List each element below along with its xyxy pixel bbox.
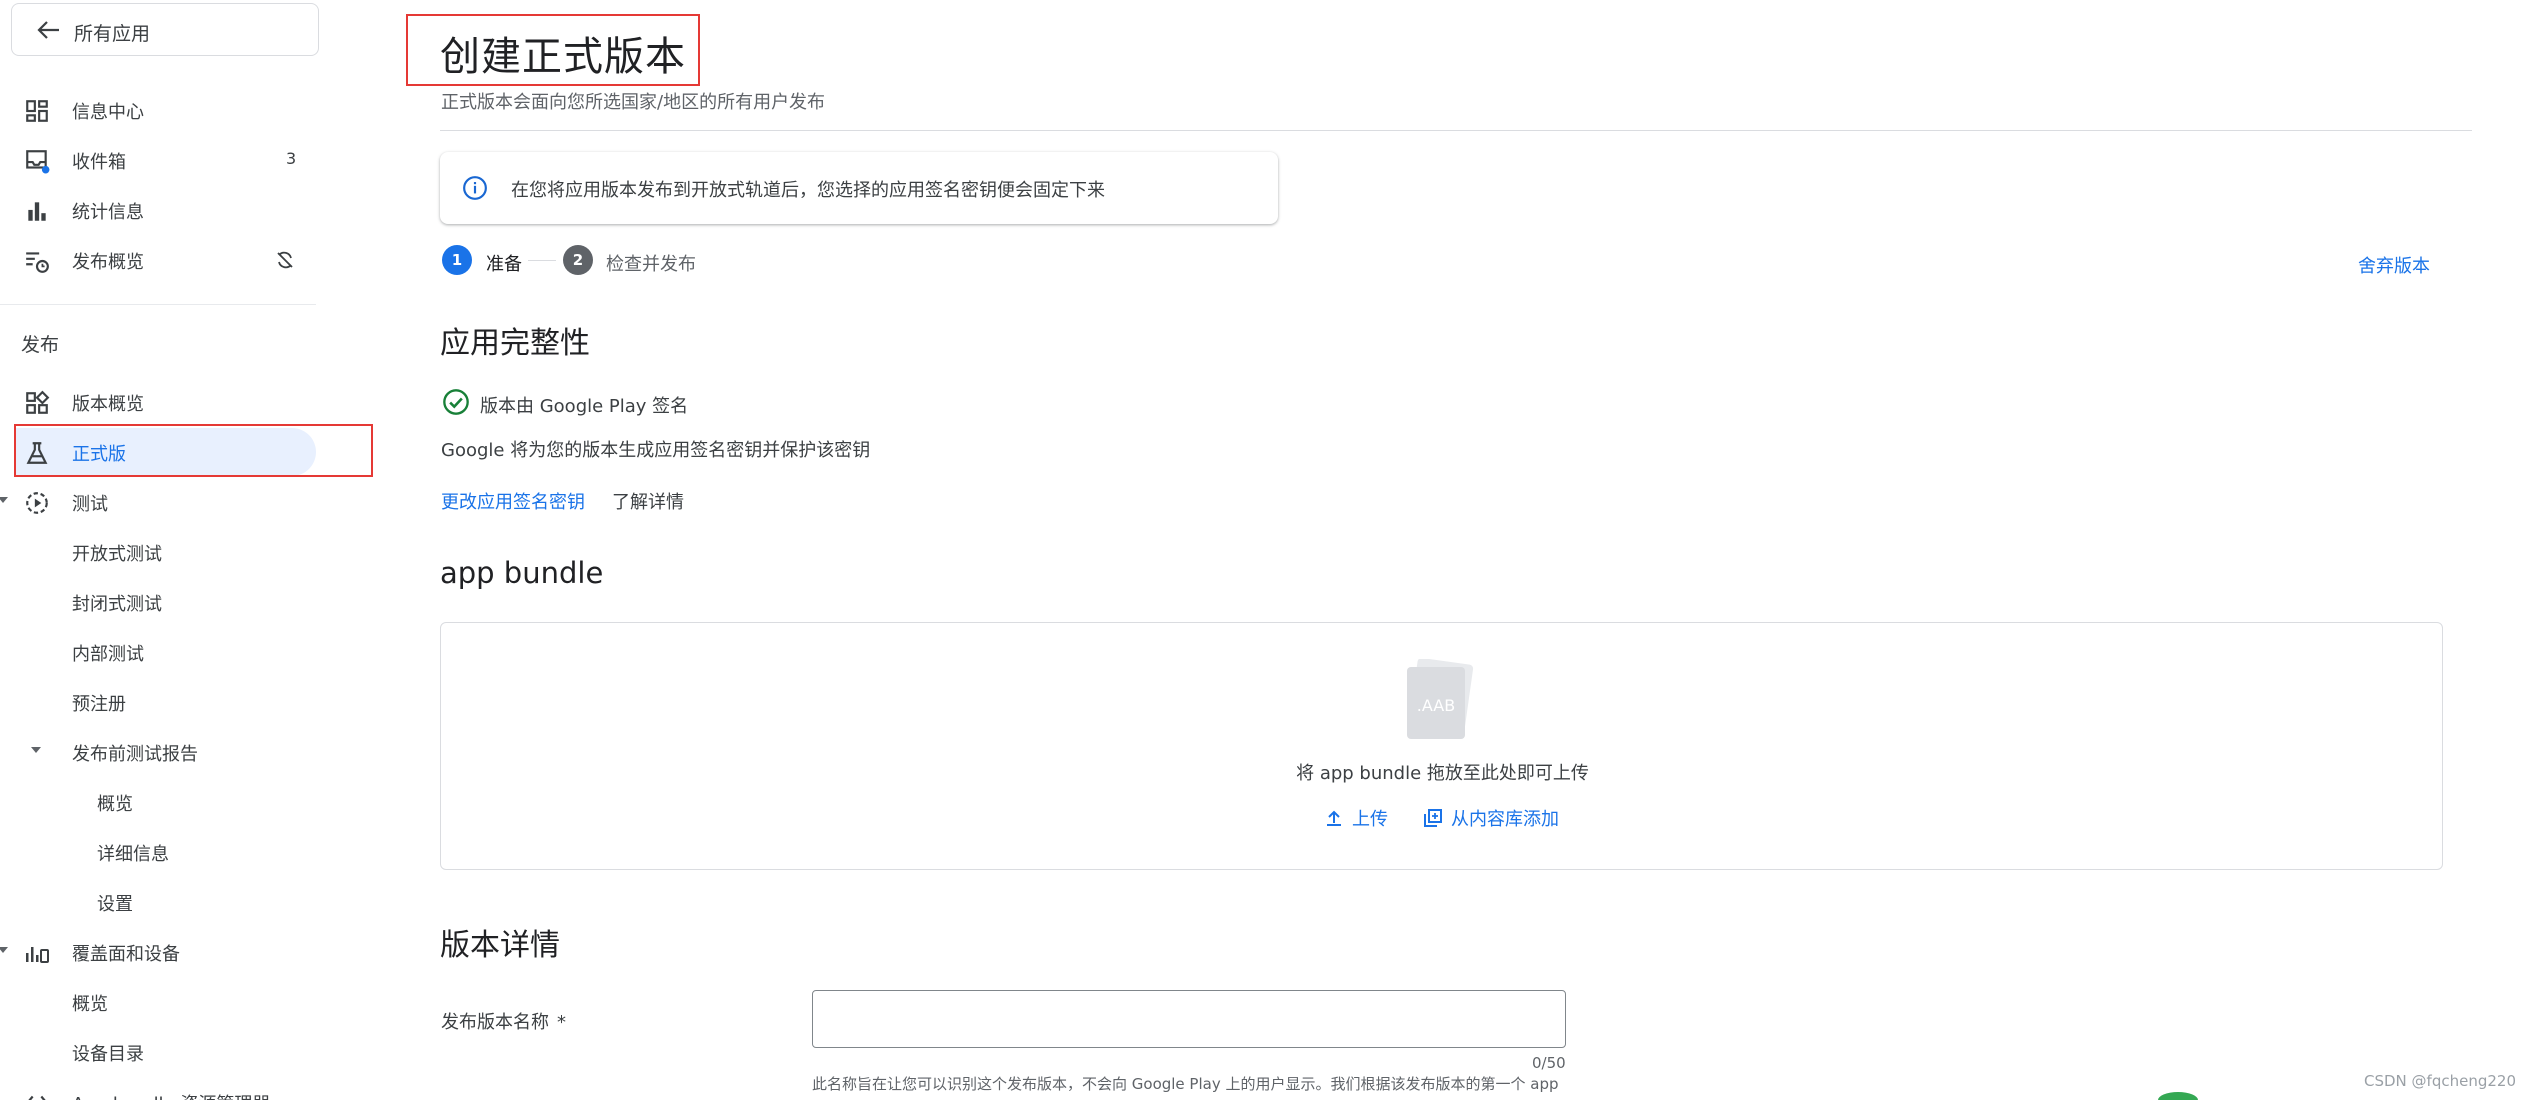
sidebar-item-label: 封闭式测试	[72, 594, 162, 615]
sidebar-item-dashboard[interactable]: 信息中心	[0, 88, 320, 132]
info-icon	[463, 176, 487, 200]
discard-release-button[interactable]: 舍弃版本	[2358, 252, 2430, 278]
header-divider	[440, 130, 2472, 131]
reach-devices-icon	[26, 947, 49, 963]
sidebar-item-publishing-overview[interactable]: 发布概览	[0, 238, 320, 282]
release-name-label-text: 发布版本名称	[441, 1012, 549, 1033]
sidebar-item-open-testing[interactable]: 开放式测试	[0, 530, 320, 574]
step-1-label[interactable]: 准备	[486, 250, 522, 276]
sidebar-item-testing[interactable]: 测试	[0, 480, 320, 524]
sidebar-item-label: 详细信息	[97, 844, 169, 865]
step-2-label[interactable]: 检查并发布	[606, 250, 696, 276]
release-name-helper-text: 此名称旨在让您可以识别这个发布版本，不会向 Google Play 上的用户显示…	[812, 1075, 1559, 1093]
signing-key-info-banner: 在您将应用版本发布到开放式轨道后，您选择的应用签名密钥便会固定下来	[440, 152, 1278, 224]
add-from-library-label: 从内容库添加	[1451, 809, 1559, 830]
aab-file-icon: .AAB	[1407, 659, 1474, 739]
sidebar-item-label: 测试	[72, 494, 108, 515]
inbox-icon	[26, 150, 50, 174]
sidebar-item-release-overview[interactable]: 版本概览	[0, 380, 320, 424]
sidebar-item-label: 信息中心	[72, 102, 144, 123]
sidebar-item-report-overview[interactable]: 概览	[0, 780, 320, 824]
drop-zone-text: 将 app bundle 拖放至此处即可上传	[1296, 763, 1589, 784]
publish-overview-icon	[26, 252, 49, 273]
sidebar-item-label: 设备目录	[72, 1044, 144, 1065]
step-connector	[528, 260, 556, 261]
sidebar-item-report-details[interactable]: 详细信息	[0, 830, 320, 874]
step-2-number: 2	[563, 245, 593, 275]
inbox-count-badge: 3	[286, 149, 297, 168]
sidebar-item-reach-devices[interactable]: 覆盖面和设备	[0, 930, 320, 974]
sidebar-item-label: 发布概览	[72, 252, 144, 273]
sidebar-item-device-catalog[interactable]: 设备目录	[0, 1030, 320, 1074]
sidebar-divider	[0, 304, 316, 305]
add-from-library-button[interactable]: 从内容库添加	[1423, 805, 1559, 831]
change-signing-key-link[interactable]: 更改应用签名密钥	[441, 488, 585, 514]
sidebar-item-label: 覆盖面和设备	[72, 944, 180, 965]
release-details-heading: 版本详情	[440, 928, 560, 963]
aab-file-label: .AAB	[1417, 696, 1455, 715]
sidebar-item-label: 内部测试	[72, 644, 144, 665]
app-integrity-heading: 应用完整性	[440, 326, 590, 361]
sidebar-item-label: 收件箱	[72, 152, 126, 173]
sidebar-item-reach-overview[interactable]: 概览	[0, 980, 320, 1024]
all-apps-back-button[interactable]: 所有应用	[11, 3, 319, 56]
sidebar-item-label: 版本概览	[72, 394, 144, 415]
page-subtitle: 正式版本会面向您所选国家/地区的所有用户发布	[441, 92, 826, 113]
sidebar-item-closed-testing[interactable]: 封闭式测试	[0, 580, 320, 624]
library-add-icon	[1424, 809, 1442, 827]
release-overview-icon	[26, 390, 50, 414]
sidebar: 所有应用 信息中心 收件箱 3 统计信息 发布概览 发布 版本概览 正式版 测试…	[0, 0, 373, 1100]
collapse-arrow-icon[interactable]	[31, 747, 41, 753]
sidebar-item-internal-testing[interactable]: 内部测试	[0, 630, 320, 674]
upload-icon	[1327, 810, 1341, 826]
sidebar-item-inbox[interactable]: 收件箱 3	[0, 138, 320, 182]
highlight-box-production	[14, 424, 373, 477]
check-circle-icon	[443, 389, 469, 415]
required-asterisk: *	[557, 1012, 566, 1033]
sidebar-item-label: 设置	[97, 894, 133, 915]
main-content: 创建正式版本 正式版本会面向您所选国家/地区的所有用户发布 在您将应用版本发布到…	[406, 0, 2472, 1100]
bundle-explorer-icon	[28, 1095, 46, 1100]
arrow-back-icon	[37, 21, 59, 39]
sync-disabled-icon	[277, 251, 293, 269]
step-1-number: 1	[442, 245, 472, 275]
dashboard-icon	[26, 100, 48, 122]
sidebar-item-pre-registration[interactable]: 预注册	[0, 680, 320, 724]
watermark: CSDN @fqcheng220	[2364, 1072, 2516, 1090]
app-bundle-drop-zone[interactable]: .AAB 将 app bundle 拖放至此处即可上传 上传 从内容库添加	[440, 622, 2443, 870]
testing-icon	[26, 492, 48, 514]
bar-chart-icon	[28, 202, 46, 221]
sidebar-item-statistics[interactable]: 统计信息	[0, 188, 320, 232]
release-name-label: 发布版本名称 *	[441, 1008, 566, 1034]
upload-label: 上传	[1352, 809, 1388, 830]
sidebar-item-label: 预注册	[72, 694, 126, 715]
sidebar-item-label: 概览	[72, 994, 108, 1015]
sidebar-item-label: 发布前测试报告	[72, 744, 198, 765]
sidebar-item-label: App bundle 资源管理器	[72, 1090, 270, 1100]
sidebar-item-label: 开放式测试	[72, 544, 162, 565]
sidebar-item-pre-launch-report[interactable]: 发布前测试报告	[0, 730, 320, 774]
integrity-description: Google 将为您的版本生成应用签名密钥并保护该密钥	[441, 440, 871, 461]
collapse-arrow-icon[interactable]	[0, 497, 8, 503]
character-counter: 0/50	[1532, 1054, 1566, 1072]
highlight-box-title	[406, 14, 700, 86]
sidebar-item-label: 统计信息	[72, 202, 144, 223]
sidebar-item-label: 概览	[97, 794, 133, 815]
sidebar-section-release: 发布	[21, 334, 60, 356]
collapse-arrow-icon[interactable]	[0, 947, 8, 953]
info-banner-text: 在您将应用版本发布到开放式轨道后，您选择的应用签名密钥便会固定下来	[511, 180, 1105, 201]
all-apps-label: 所有应用	[74, 23, 151, 45]
app-bundle-heading: app bundle	[440, 556, 604, 590]
learn-more-link[interactable]: 了解详情	[612, 488, 684, 514]
signed-by-google-label: 版本由 Google Play 签名	[480, 396, 689, 417]
upload-button[interactable]: 上传	[1324, 805, 1388, 831]
release-name-input[interactable]	[812, 990, 1566, 1048]
sidebar-item-app-bundle-explorer[interactable]: App bundle 资源管理器	[0, 1080, 320, 1100]
sidebar-item-report-settings[interactable]: 设置	[0, 880, 320, 924]
